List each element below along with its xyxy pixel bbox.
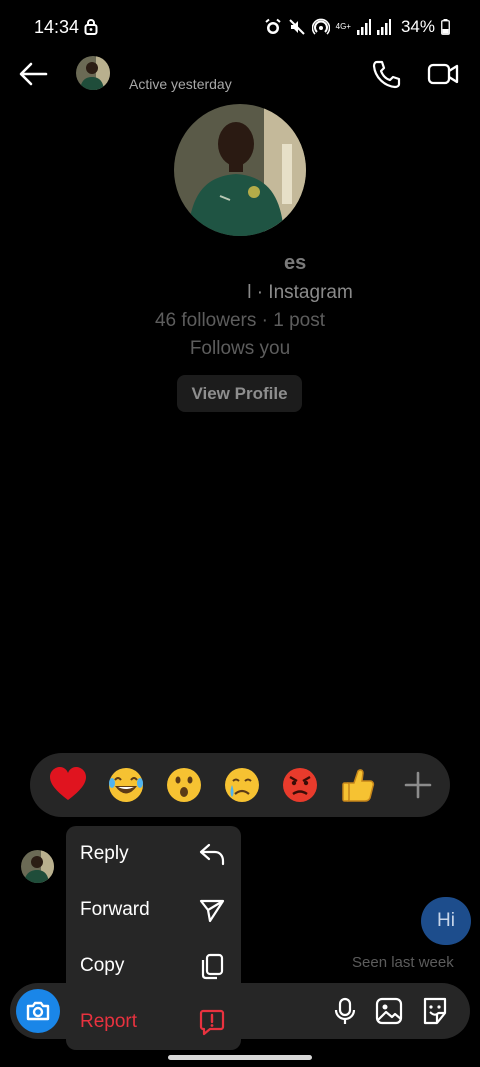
battery-percent: 34% [400,17,435,36]
message-sender-avatar[interactable] [21,850,54,883]
home-indicator[interactable] [168,1055,312,1060]
camera-icon [26,1001,50,1021]
username-prefix: l [247,282,252,303]
angry-reaction-icon[interactable] [280,765,320,805]
profile-username: l · Instagram [0,282,480,304]
camera-button[interactable] [16,989,60,1033]
forward-label: Forward [80,899,150,920]
reply-icon [199,843,225,866]
message-context-menu: Reply Forward Copy Report [66,826,241,1050]
profile-stats: 46 followers · 1 post [154,310,326,331]
sent-message-bubble[interactable]: Hi [421,897,471,945]
status-bar: 14:34 4G+ 34% [0,0,480,56]
menu-item-forward[interactable]: Forward [66,882,241,938]
menu-item-copy[interactable]: Copy [66,938,241,994]
report-label: Report [80,1011,138,1032]
heart-reaction-icon[interactable] [48,765,88,805]
thumbs-up-reaction-icon[interactable] [338,765,378,805]
platform-label: · Instagram [251,282,353,303]
gallery-icon[interactable] [374,996,404,1026]
reaction-bar [30,753,450,817]
send-icon [199,899,225,923]
sticker-icon[interactable] [420,996,450,1026]
add-reaction-icon[interactable] [400,767,436,803]
status-icons: 4G+ 34% [264,15,450,39]
header-avatar[interactable] [76,56,110,90]
copy-label: Copy [80,955,125,976]
status-time: 14:34 [34,17,80,37]
network-type: 4G+ [335,22,351,31]
laughing-reaction-icon[interactable] [106,765,146,805]
signal-icon-2 [376,19,391,35]
mute-icon [288,19,305,35]
seen-status: Seen last week [352,954,454,971]
battery-icon [441,19,450,35]
microphone-icon[interactable] [330,996,360,1026]
menu-item-reply[interactable]: Reply [66,826,241,882]
profile-avatar[interactable] [174,104,306,236]
profile-name: es [284,252,307,274]
signal-icon [356,19,371,35]
back-arrow-icon[interactable] [16,58,50,90]
chat-header: Active yesterday [0,56,480,96]
active-status: Active yesterday [129,76,232,92]
hotspot-icon [311,18,330,35]
alarm-icon [264,18,281,34]
copy-icon [201,953,224,980]
video-call-icon[interactable] [426,58,460,90]
view-profile-button[interactable]: View Profile [177,375,302,412]
crying-reaction-icon[interactable] [222,765,262,805]
follows-you-label: Follows you [189,338,291,359]
phone-icon[interactable] [370,58,402,90]
surprised-reaction-icon[interactable] [164,765,204,805]
reply-label: Reply [80,843,129,864]
menu-item-report[interactable]: Report [66,994,241,1050]
report-icon [199,1009,225,1036]
lock-icon [84,19,98,35]
